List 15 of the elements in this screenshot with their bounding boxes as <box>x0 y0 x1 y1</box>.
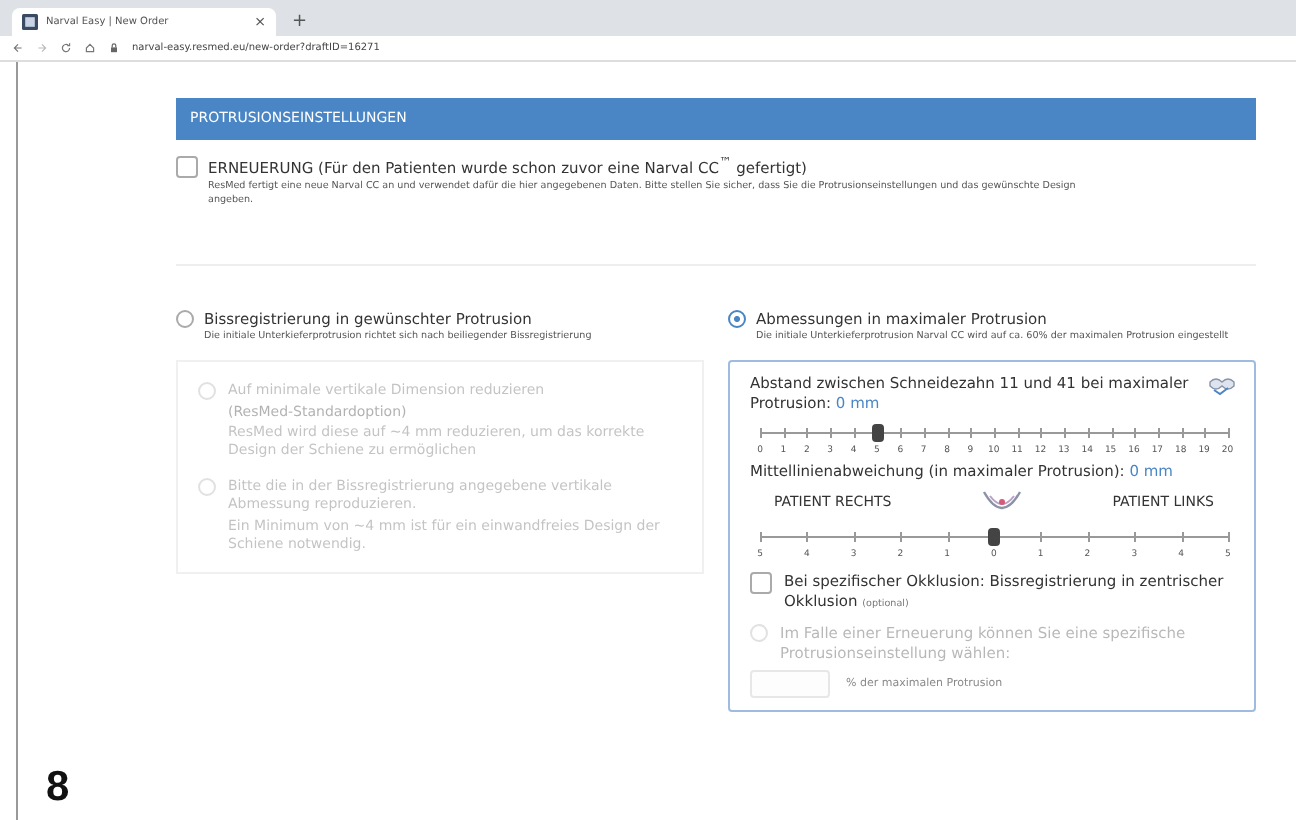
checkbox[interactable] <box>750 572 772 595</box>
checkbox[interactable] <box>176 156 198 178</box>
lock-icon <box>108 42 120 54</box>
back-icon[interactable] <box>12 42 24 54</box>
radio-button[interactable] <box>176 309 194 328</box>
reload-icon[interactable] <box>60 42 72 54</box>
radio-button[interactable] <box>728 309 746 328</box>
slider-handle[interactable] <box>871 423 883 442</box>
slider-handle[interactable] <box>988 528 1000 547</box>
figure-number: 8 <box>46 766 70 808</box>
teeth-icon <box>1206 374 1238 399</box>
home-icon[interactable] <box>84 42 96 54</box>
forward-icon[interactable] <box>36 42 48 54</box>
app-icon <box>22 14 38 30</box>
new-tab-button[interactable]: + <box>292 8 308 36</box>
